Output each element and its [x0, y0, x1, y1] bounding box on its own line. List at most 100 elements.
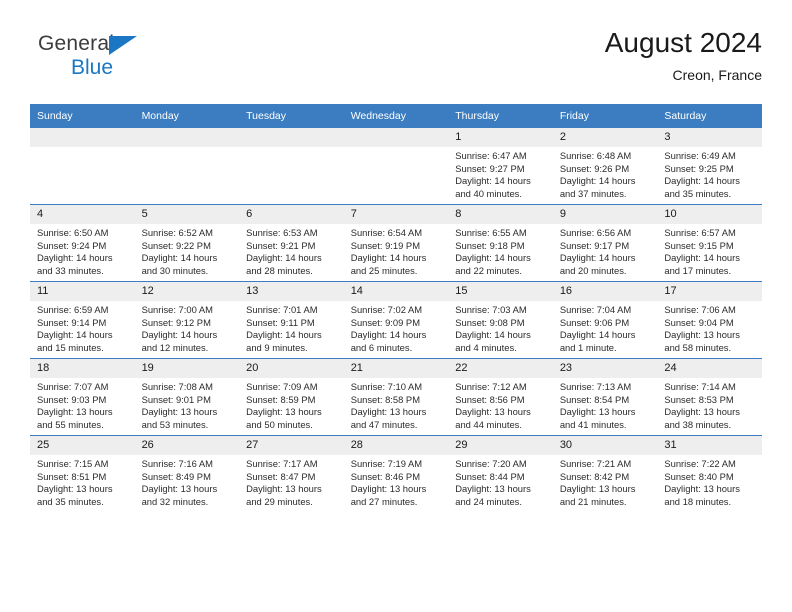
daylight-text-line1: Daylight: 13 hours: [37, 483, 113, 495]
day-details: Sunrise: 6:49 AM Sunset: 9:25 PM Daylight:…: [657, 147, 762, 200]
daylight-text-line1: Daylight: 14 hours: [455, 252, 531, 264]
sunrise-text: Sunrise: 7:03 AM: [455, 304, 527, 315]
day-number: 6: [239, 205, 344, 224]
calendar-day-cell[interactable]: 20 Sunrise: 7:09 AM Sunset: 8:59 PM Dayligh…: [239, 358, 344, 436]
day-cell-inner: 10 Sunrise: 6:57 AM Sunset: 9:15 PM Dayligh…: [657, 205, 762, 281]
calendar-day-cell[interactable]: 6 Sunrise: 6:53 AM Sunset: 9:21 PM Daylight…: [239, 204, 344, 282]
daylight-text-line2: and 17 minutes.: [664, 264, 732, 276]
calendar-day-cell[interactable]: 31 Sunrise: 7:22 AM Sunset: 8:40 PM Dayligh…: [657, 435, 762, 512]
sunset-text: Sunset: 9:24 PM: [37, 239, 107, 251]
day-number: [30, 128, 135, 147]
calendar-day-cell[interactable]: 3 Sunrise: 6:49 AM Sunset: 9:25 PM Daylight…: [657, 127, 762, 205]
daylight-text-line1: Daylight: 14 hours: [455, 175, 531, 187]
calendar-day-cell[interactable]: 8 Sunrise: 6:55 AM Sunset: 9:18 PM Daylight…: [448, 204, 553, 282]
daylight-text-line1: Daylight: 13 hours: [246, 406, 322, 418]
calendar-day-cell[interactable]: 7 Sunrise: 6:54 AM Sunset: 9:19 PM Daylight…: [343, 204, 449, 282]
calendar-day-cell[interactable]: 24 Sunrise: 7:14 AM Sunset: 8:53 PM Dayligh…: [657, 358, 762, 436]
daylight-text-line2: and 41 minutes.: [559, 418, 627, 430]
daylight-text-line2: and 32 minutes.: [141, 495, 209, 507]
day-details: Sunrise: 7:19 AM Sunset: 8:46 PM Daylight:…: [344, 455, 449, 508]
day-details: Sunrise: 6:56 AM Sunset: 9:17 PM Daylight:…: [553, 224, 658, 277]
generalblue-logo[interactable]: General Blue: [38, 32, 218, 90]
day-details: Sunrise: 7:14 AM Sunset: 8:53 PM Daylight:…: [657, 378, 762, 431]
day-details: Sunrise: 7:15 AM Sunset: 8:51 PM Daylight:…: [30, 455, 135, 508]
daylight-text-line1: Daylight: 14 hours: [246, 329, 322, 341]
day-number: [239, 128, 344, 147]
sunset-text: Sunset: 9:25 PM: [664, 162, 734, 174]
calendar-day-cell[interactable]: 14 Sunrise: 7:02 AM Sunset: 9:09 PM Dayligh…: [343, 281, 449, 359]
calendar-day-cell[interactable]: 27 Sunrise: 7:17 AM Sunset: 8:47 PM Dayligh…: [239, 435, 344, 512]
calendar-day-cell[interactable]: 19 Sunrise: 7:08 AM Sunset: 9:01 PM Dayligh…: [134, 358, 240, 436]
daylight-text-line2: and 35 minutes.: [37, 495, 104, 507]
daylight-text-line1: Daylight: 14 hours: [664, 175, 740, 187]
day-number: 10: [657, 205, 762, 224]
day-cell-inner: [239, 128, 344, 204]
daylight-text-line1: Daylight: 13 hours: [664, 329, 740, 341]
sunrise-text: Sunrise: 6:49 AM: [664, 150, 736, 161]
day-details: Sunrise: 6:55 AM Sunset: 9:18 PM Daylight:…: [448, 224, 553, 277]
calendar-day-cell[interactable]: 18 Sunrise: 7:07 AM Sunset: 9:03 PM Dayligh…: [30, 358, 135, 436]
daylight-text-line2: and 25 minutes.: [350, 264, 418, 276]
day-number: 13: [239, 282, 344, 301]
calendar-day-cell[interactable]: 23 Sunrise: 7:13 AM Sunset: 8:54 PM Dayligh…: [552, 358, 658, 436]
calendar-day-cell[interactable]: 16 Sunrise: 7:04 AM Sunset: 9:06 PM Dayligh…: [552, 281, 658, 359]
calendar-day-cell[interactable]: 26 Sunrise: 7:16 AM Sunset: 8:49 PM Dayligh…: [134, 435, 240, 512]
sunset-text: Sunset: 8:46 PM: [350, 470, 420, 482]
day-details: Sunrise: 7:09 AM Sunset: 8:59 PM Daylight:…: [239, 378, 344, 431]
calendar-day-cell[interactable]: 11 Sunrise: 6:59 AM Sunset: 9:14 PM Dayligh…: [30, 281, 135, 359]
sunset-text: Sunset: 9:18 PM: [455, 239, 525, 251]
calendar-day-cell[interactable]: 12 Sunrise: 7:00 AM Sunset: 9:12 PM Dayligh…: [134, 281, 240, 359]
daylight-text-line2: and 50 minutes.: [246, 418, 313, 430]
day-details: Sunrise: 7:21 AM Sunset: 8:42 PM Daylight:…: [553, 455, 658, 508]
calendar-day-cell[interactable]: 29 Sunrise: 7:20 AM Sunset: 8:44 PM Dayligh…: [448, 435, 553, 512]
sunrise-text: Sunrise: 7:22 AM: [664, 458, 736, 469]
day-details: Sunrise: 7:04 AM Sunset: 9:06 PM Daylight:…: [553, 301, 658, 354]
calendar-day-cell[interactable]: 10 Sunrise: 6:57 AM Sunset: 9:15 PM Dayligh…: [657, 204, 762, 282]
calendar-day-cell-empty: [239, 127, 344, 205]
day-cell-inner: 27 Sunrise: 7:17 AM Sunset: 8:47 PM Dayligh…: [239, 436, 344, 512]
calendar-day-cell[interactable]: 5 Sunrise: 6:52 AM Sunset: 9:22 PM Daylight…: [134, 204, 240, 282]
daylight-text-line1: Daylight: 13 hours: [350, 406, 427, 418]
day-cell-inner: 9 Sunrise: 6:56 AM Sunset: 9:17 PM Daylight…: [552, 205, 658, 281]
sunset-text: Sunset: 8:59 PM: [246, 393, 316, 405]
daylight-text-line2: and 47 minutes.: [350, 418, 418, 430]
day-cell-inner: 13 Sunrise: 7:01 AM Sunset: 9:11 PM Dayligh…: [239, 282, 344, 358]
daylight-text-line1: Daylight: 13 hours: [141, 483, 218, 495]
day-number: 12: [134, 282, 240, 301]
calendar-day-cell[interactable]: 21 Sunrise: 7:10 AM Sunset: 8:58 PM Dayligh…: [343, 358, 449, 436]
calendar-day-cell[interactable]: 22 Sunrise: 7:12 AM Sunset: 8:56 PM Dayligh…: [448, 358, 553, 436]
calendar-day-cell[interactable]: 2 Sunrise: 6:48 AM Sunset: 9:26 PM Daylight…: [552, 127, 658, 205]
calendar-day-cell[interactable]: 1 Sunrise: 6:47 AM Sunset: 9:27 PM Daylight…: [448, 127, 553, 205]
calendar-day-cell[interactable]: 17 Sunrise: 7:06 AM Sunset: 9:04 PM Dayligh…: [657, 281, 762, 359]
weekday-header-thursday: Thursday: [448, 104, 553, 128]
day-details: Sunrise: 7:13 AM Sunset: 8:54 PM Daylight:…: [553, 378, 658, 431]
day-cell-inner: 2 Sunrise: 6:48 AM Sunset: 9:26 PM Daylight…: [552, 128, 658, 204]
sunset-text: Sunset: 8:49 PM: [141, 470, 211, 482]
page-title: August 2024: [604, 27, 762, 58]
day-number: 25: [30, 436, 135, 455]
calendar-day-cell[interactable]: 28 Sunrise: 7:19 AM Sunset: 8:46 PM Dayligh…: [343, 435, 449, 512]
calendar-day-cell[interactable]: 30 Sunrise: 7:21 AM Sunset: 8:42 PM Dayligh…: [552, 435, 658, 512]
day-details: Sunrise: 7:16 AM Sunset: 8:49 PM Daylight:…: [135, 455, 240, 508]
day-cell-inner: 22 Sunrise: 7:12 AM Sunset: 8:56 PM Dayligh…: [448, 359, 553, 435]
sunset-text: Sunset: 9:04 PM: [664, 316, 734, 328]
day-details: Sunrise: 7:07 AM Sunset: 9:03 PM Daylight:…: [30, 378, 135, 431]
day-number: 3: [657, 128, 762, 147]
calendar-day-cell[interactable]: 15 Sunrise: 7:03 AM Sunset: 9:08 PM Dayligh…: [448, 281, 553, 359]
daylight-text-line1: Daylight: 14 hours: [141, 329, 218, 341]
calendar-day-cell[interactable]: 25 Sunrise: 7:15 AM Sunset: 8:51 PM Dayligh…: [30, 435, 135, 512]
day-cell-inner: 29 Sunrise: 7:20 AM Sunset: 8:44 PM Dayligh…: [448, 436, 553, 512]
day-number: 26: [134, 436, 240, 455]
daylight-text-line1: Daylight: 13 hours: [455, 406, 531, 418]
calendar-day-cell[interactable]: 13 Sunrise: 7:01 AM Sunset: 9:11 PM Dayligh…: [239, 281, 344, 359]
day-number: 29: [448, 436, 553, 455]
day-details: Sunrise: 7:00 AM Sunset: 9:12 PM Daylight:…: [135, 301, 240, 354]
sunrise-text: Sunrise: 7:16 AM: [141, 458, 213, 469]
day-cell-inner: 16 Sunrise: 7:04 AM Sunset: 9:06 PM Dayligh…: [552, 282, 658, 358]
day-details: Sunrise: 7:20 AM Sunset: 8:44 PM Daylight:…: [448, 455, 553, 508]
calendar-day-cell[interactable]: 9 Sunrise: 6:56 AM Sunset: 9:17 PM Daylight…: [552, 204, 658, 282]
sunrise-text: Sunrise: 6:48 AM: [559, 150, 632, 161]
calendar-week-row: 25 Sunrise: 7:15 AM Sunset: 8:51 PM Dayligh…: [30, 435, 762, 512]
calendar-day-cell[interactable]: 4 Sunrise: 6:50 AM Sunset: 9:24 PM Daylight…: [30, 204, 135, 282]
day-details: Sunrise: 6:52 AM Sunset: 9:22 PM Daylight:…: [135, 224, 240, 277]
